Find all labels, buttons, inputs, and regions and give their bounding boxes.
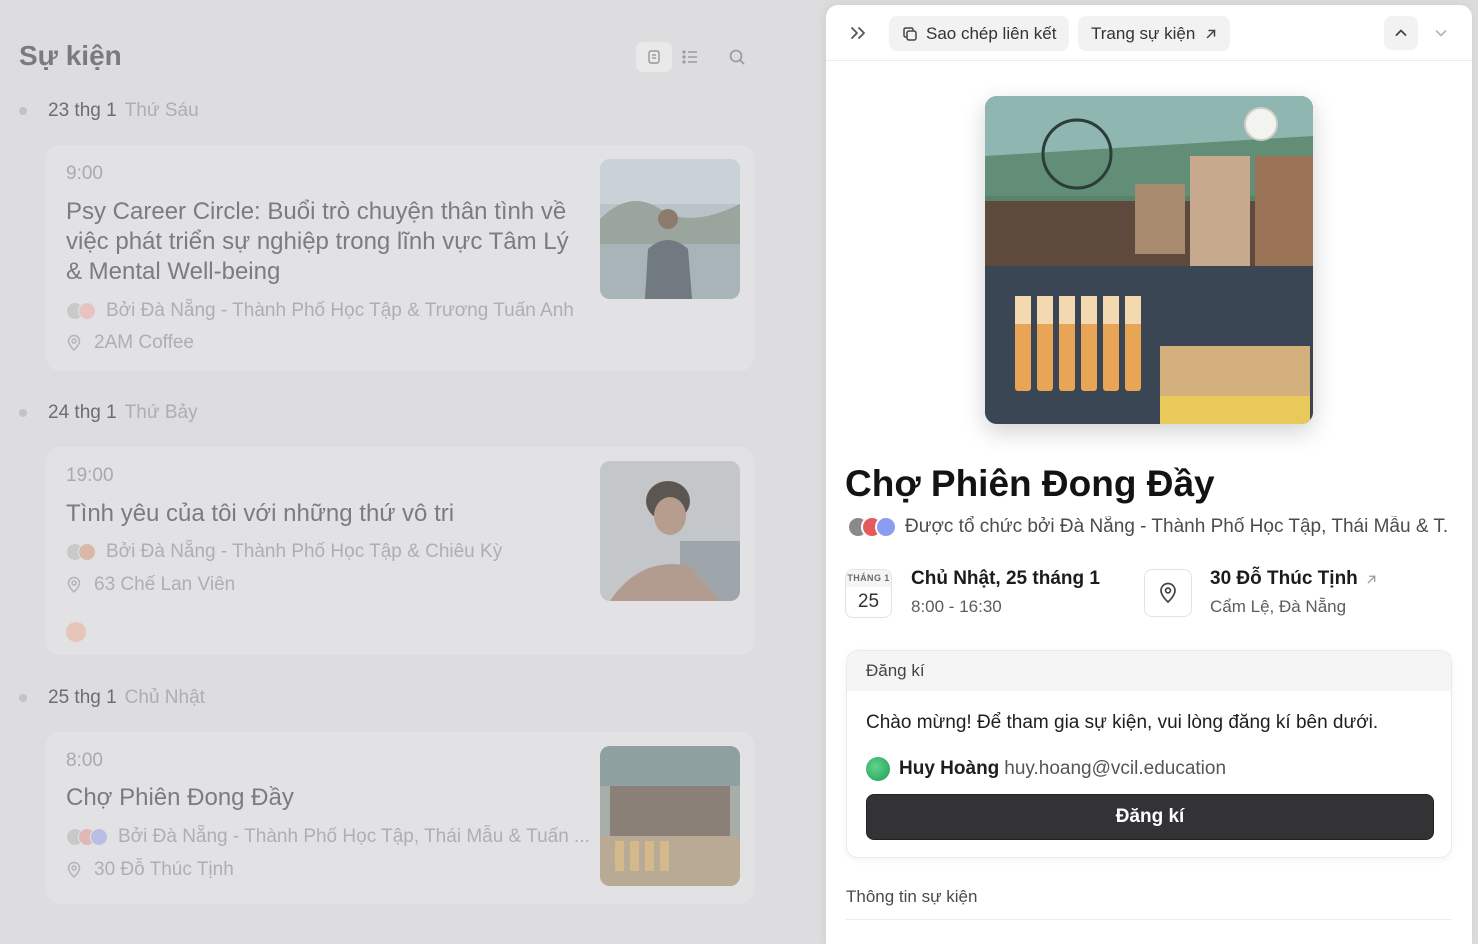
user-email: huy.hoang@vcil.education — [1004, 758, 1227, 779]
event-title: Tình yêu của tôi với những thứ vô tri — [66, 500, 455, 527]
current-user: Huy Hoàng huy.hoang@vcil.education — [866, 757, 1226, 781]
event-time: 9:00 — [66, 163, 103, 184]
search-icon — [729, 49, 745, 65]
event-thumbnail — [600, 159, 740, 299]
event-time-range: 8:00 - 16:30 — [911, 597, 1002, 616]
calendar-day: 25 — [857, 591, 880, 612]
previous-event-button[interactable] — [1384, 16, 1418, 50]
date-label: 25 thg 1 — [48, 687, 117, 708]
event-detail-panel: Sao chép liên kết Trang sự kiện Chợ Phiê… — [826, 5, 1472, 944]
avatar — [78, 302, 96, 320]
event-card[interactable]: 8:00 Chợ Phiên Đong Đầy Bởi Đà Nẵng - Th… — [46, 732, 754, 904]
event-cover-image — [985, 96, 1313, 424]
host-avatars — [66, 302, 96, 320]
avatar — [78, 543, 96, 561]
event-page-label: Trang sự kiện — [1091, 23, 1196, 43]
registration-header: Đăng kí — [847, 651, 1451, 691]
weekday-label: Thứ Sáu — [124, 100, 199, 121]
event-thumbnail — [600, 461, 740, 601]
avatar — [866, 757, 890, 781]
location-link[interactable]: 30 Đỗ Thúc Tịnh — [1210, 568, 1377, 590]
location-label: 63 Chế Lan Viên — [94, 574, 236, 595]
event-thumbnail — [600, 746, 740, 886]
attendee-avatar — [66, 622, 86, 642]
timeline-dot — [19, 107, 27, 115]
host-avatars — [847, 516, 897, 538]
event-time: 19:00 — [66, 465, 114, 486]
weekday-label: Chủ Nhật — [124, 687, 205, 708]
location-name: 30 Đỗ Thúc Tịnh — [1210, 568, 1358, 589]
event-hosts: Bởi Đà Nẵng - Thành Phố Học Tập & Trương… — [66, 300, 574, 322]
event-hosts: Bởi Đà Nẵng - Thành Phố Học Tập, Thái Mẫ… — [66, 826, 590, 848]
location-area: Cẩm Lệ, Đà Nẵng — [1210, 597, 1347, 616]
location-pin-icon — [66, 576, 84, 594]
next-event-button[interactable] — [1424, 16, 1458, 50]
hosted-by-label: Được tổ chức bởi Đà Nẵng - Thành Phố Học… — [905, 516, 1447, 537]
event-title: Psy Career Circle: Buổi trò chuyện thân … — [66, 198, 569, 285]
copy-link-button[interactable]: Sao chép liên kết — [889, 16, 1070, 51]
event-hosts: Bởi Đà Nẵng - Thành Phố Học Tập & Chiêu … — [66, 541, 502, 563]
calendar-month: THÁNG 1 — [846, 570, 891, 587]
user-name: Huy Hoàng — [899, 758, 1000, 779]
view-toggle — [636, 42, 712, 72]
chevron-up-icon — [1395, 29, 1407, 36]
calendar-date-badge: THÁNG 1 25 — [845, 569, 892, 618]
hosts-label: Bởi Đà Nẵng - Thành Phố Học Tập, Thái Mẫ… — [118, 826, 590, 847]
location-label: 2AM Coffee — [94, 332, 194, 353]
hosts-label: Bởi Đà Nẵng - Thành Phố Học Tập & Chiêu … — [106, 541, 503, 562]
register-button[interactable]: Đăng kí — [866, 794, 1434, 840]
event-location: 63 Chế Lan Viên — [66, 574, 235, 596]
events-list-pane: Sự kiện 23 thg 1 Thứ Sáu 9:00 Psy Career… — [0, 0, 826, 944]
panel-toolbar: Sao chép liên kết Trang sự kiện — [826, 5, 1472, 61]
search-button[interactable] — [722, 42, 752, 72]
location-badge — [1144, 569, 1192, 617]
timeline-dot — [19, 694, 27, 702]
divider — [846, 919, 1452, 920]
avatar — [90, 828, 108, 846]
event-location: 30 Đỗ Thúc Tịnh — [66, 859, 234, 881]
location-label: 30 Đỗ Thúc Tịnh — [94, 859, 234, 880]
copy-link-label: Sao chép liên kết — [926, 23, 1057, 43]
card-view-button[interactable] — [636, 42, 672, 72]
date-label: 24 thg 1 — [48, 402, 117, 423]
date-heading: 25 thg 1 Chủ Nhật — [19, 687, 205, 709]
event-title: Chợ Phiên Đong Đầy — [845, 463, 1215, 504]
event-card[interactable]: 19:00 Tình yêu của tôi với những thứ vô … — [46, 447, 754, 655]
chevron-down-icon — [1435, 30, 1447, 37]
external-arrow-icon — [1367, 575, 1376, 583]
event-page-button[interactable]: Trang sự kiện — [1078, 16, 1231, 51]
page-title: Sự kiện — [19, 40, 122, 71]
list-view-icon — [682, 50, 697, 64]
event-card[interactable]: 9:00 Psy Career Circle: Buổi trò chuyện … — [46, 145, 754, 371]
date-label: 23 thg 1 — [48, 100, 117, 121]
registration-message: Chào mừng! Để tham gia sự kiện, vui lòng… — [866, 712, 1379, 733]
event-date: Chủ Nhật, 25 tháng 1 — [911, 568, 1100, 589]
avatar — [875, 516, 897, 538]
double-chevron-right-icon — [851, 27, 865, 39]
copy-icon — [903, 26, 917, 41]
location-pin-icon — [66, 334, 84, 352]
registration-card: Đăng kí Chào mừng! Để tham gia sự kiện, … — [846, 650, 1452, 858]
location-pin-icon — [1160, 582, 1176, 604]
external-arrow-icon — [1207, 29, 1216, 38]
weekday-label: Thứ Bảy — [124, 402, 198, 423]
date-heading: 24 thg 1 Thứ Bảy — [19, 402, 198, 424]
collapse-panel-button[interactable] — [846, 19, 870, 47]
event-time: 8:00 — [66, 750, 103, 771]
hosts-label: Bởi Đà Nẵng - Thành Phố Học Tập & Trương… — [106, 300, 574, 321]
date-heading: 23 thg 1 Thứ Sáu — [19, 100, 199, 122]
location-pin-icon — [66, 861, 84, 879]
host-avatars — [66, 828, 108, 846]
event-info-heading: Thông tin sự kiện — [846, 887, 978, 906]
card-view-icon — [648, 50, 660, 64]
event-title: Chợ Phiên Đong Đầy — [66, 784, 294, 811]
list-view-button[interactable] — [672, 42, 708, 72]
event-hosts: Được tổ chức bởi Đà Nẵng - Thành Phố Học… — [847, 516, 1447, 538]
event-location: 2AM Coffee — [66, 332, 194, 354]
host-avatars — [66, 543, 96, 561]
timeline-dot — [19, 409, 27, 417]
